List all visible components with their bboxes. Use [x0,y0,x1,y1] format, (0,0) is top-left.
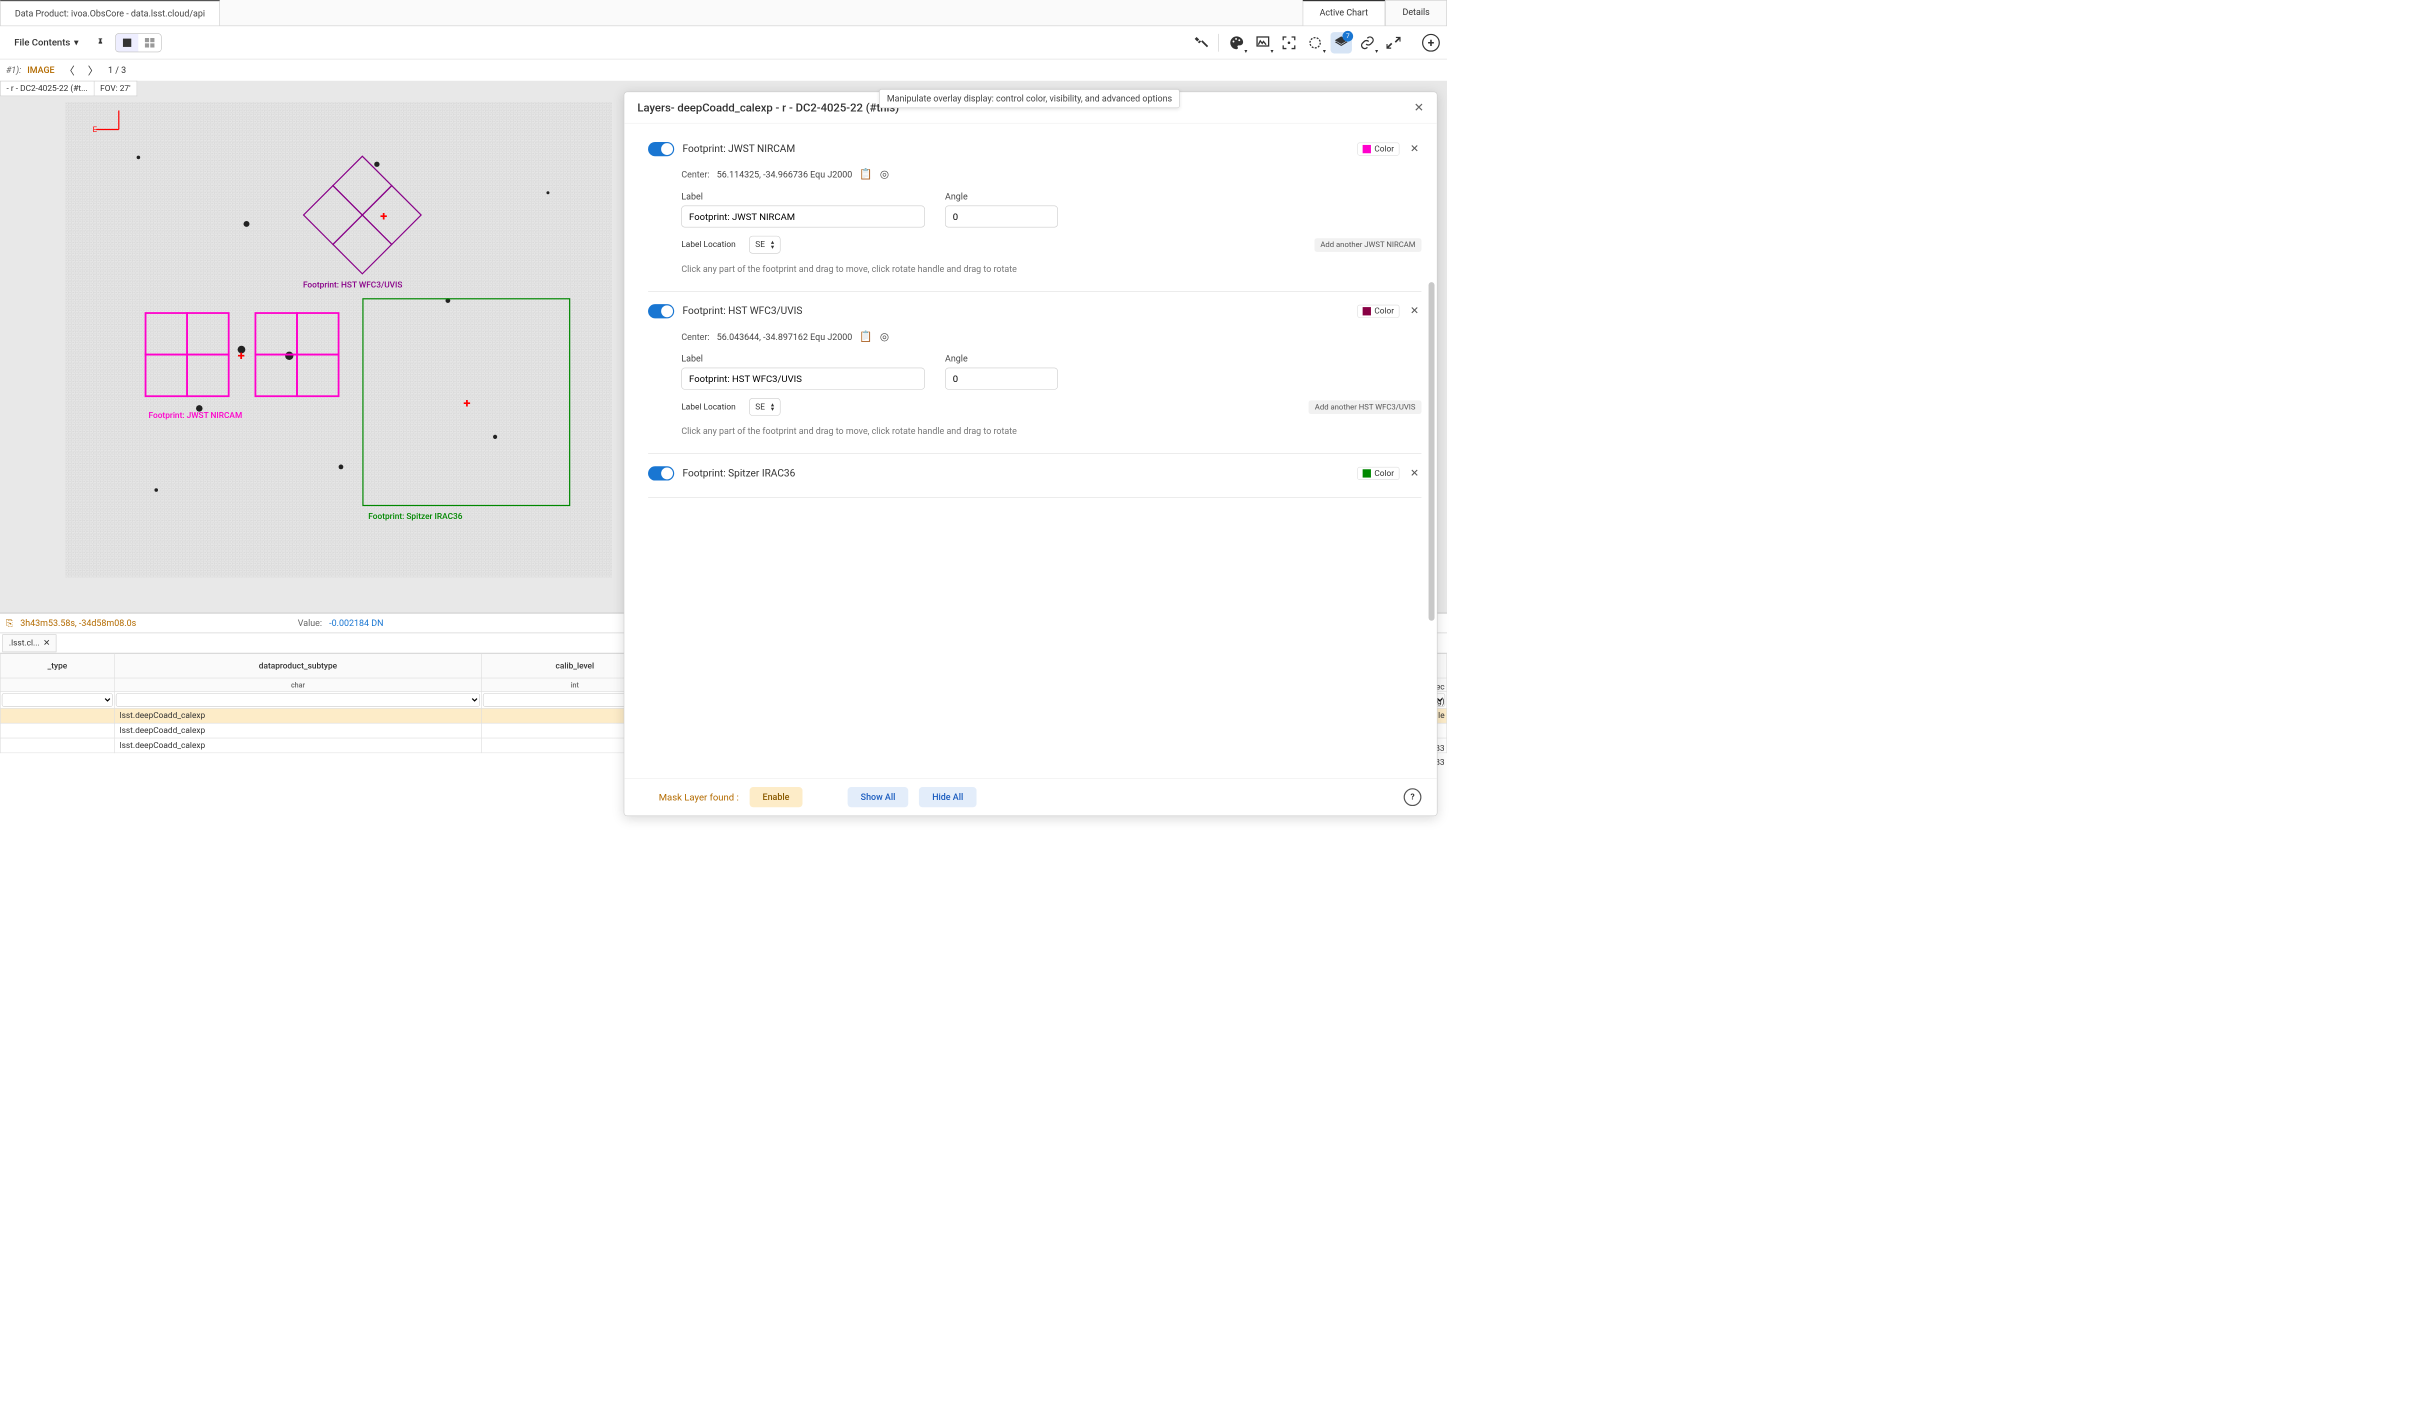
center-value: 56.043644, -34.897162 Equ J2000 [717,331,853,342]
label-field-label: Label [681,191,925,202]
spitzer-center-marker: + [463,396,470,411]
expand-icon[interactable] [1383,32,1404,53]
pixel-value: -0.002184 DN [329,618,383,629]
image-position: 1 / 3 [108,65,126,76]
footprint-label-input[interactable] [681,206,925,228]
column-filter[interactable] [116,693,480,707]
footprint-toggle[interactable] [648,304,674,318]
jwst-center-marker: + [238,349,245,364]
add-another-button[interactable]: Add another JWST NIRCAM [1314,238,1421,252]
column-type [0,678,114,692]
table-tab[interactable]: .lsst.cl... ✕ [2,634,56,652]
column-type: char [115,678,482,692]
lock-icon: ⎘ [6,618,13,629]
label-location-select[interactable]: SE ▴▾ [749,236,781,254]
footprint-hint: Click any part of the footprint and drag… [681,263,1109,275]
file-contents-dropdown[interactable]: File Contents ▾ [7,33,86,51]
spitzer-overlay-label: Footprint: Spitzer IRAC36 [368,512,462,522]
image-type-label: IMAGE [27,65,54,76]
hst-center-marker: + [380,209,387,224]
prev-image-button[interactable]: 〈 [60,61,78,79]
help-icon[interactable]: ? [1404,788,1422,806]
footprint-toggle[interactable] [648,466,674,480]
stepper-icon: ▴▾ [771,402,774,411]
file-contents-label: File Contents [14,37,70,48]
center-value: 56.114325, -34.966736 Equ J2000 [717,169,853,180]
layer-count-badge: 7 [1342,31,1353,42]
layers-panel-title: Layers- deepCoadd_calexp - r - DC2-4025-… [637,101,899,115]
remove-footprint-icon[interactable]: ✕ [1408,140,1422,157]
image-tab[interactable]: - r - DC2-4025-22 (#t... [0,81,94,96]
remove-footprint-icon[interactable]: ✕ [1408,465,1422,482]
center-label: Center: [681,169,709,180]
stretch-icon[interactable]: ▾ [1252,32,1273,53]
clipboard-icon[interactable]: 📋 [859,168,872,180]
close-panel-icon[interactable]: ✕ [1414,100,1424,114]
center-label: Center: [681,331,709,342]
layers-tooltip: Manipulate overlay display: control colo… [879,89,1180,108]
scrollbar-thumb[interactable] [1429,282,1435,621]
target-icon[interactable]: ◎ [880,330,889,342]
footprint-name: Footprint: Spitzer IRAC36 [683,467,796,479]
column-filter[interactable] [2,693,113,707]
footprint-name: Footprint: JWST NIRCAM [683,143,796,155]
hst-footprint[interactable] [273,126,451,304]
footprint-hint: Click any part of the footprint and drag… [681,425,1109,437]
compass-icon: E [89,106,137,142]
color-picker[interactable]: Color [1357,142,1399,155]
select-region-icon[interactable]: ▾ [1304,32,1325,53]
view-single-button[interactable] [116,34,139,52]
footprint-toggle[interactable] [648,142,674,156]
link-icon[interactable]: ▾ [1357,32,1378,53]
hst-overlay-label: Footprint: HST WFC3/UVIS [303,280,402,290]
clipboard-icon[interactable]: 📋 [859,330,872,342]
tools-icon[interactable] [1190,32,1211,53]
footprint-angle-input[interactable] [945,206,1058,228]
pointer-coords: 3h43m53.58s, -34d58m08.0s [20,618,136,629]
show-all-button[interactable]: Show All [848,787,909,807]
tab-details[interactable]: Details [1385,0,1447,26]
footprint-label-input[interactable] [681,368,925,390]
table-tab-label: .lsst.cl... [9,638,40,648]
chevron-down-icon: ▾ [74,37,79,48]
pixel-value-label: Value: [298,618,322,629]
label-field-label: Label [681,353,925,364]
image-nav-bar: #1): IMAGE 〈 〉 1 / 3 [0,59,1447,80]
hide-all-button[interactable]: Hide All [919,787,976,807]
footprint-angle-input[interactable] [945,368,1058,390]
add-chart-icon[interactable]: + [1422,34,1440,52]
color-picker[interactable]: Color [1357,467,1399,480]
add-another-button[interactable]: Add another HST WFC3/UVIS [1309,400,1422,414]
recenter-icon[interactable] [1278,32,1299,53]
color-picker[interactable]: Color [1357,304,1399,317]
pin-icon[interactable] [90,32,110,52]
footprint-name: Footprint: HST WFC3/UVIS [683,305,803,317]
stepper-icon: ▴▾ [771,240,774,249]
image-toolbar: File Contents ▾ ▾ ▾ ▾ 7 ▾ [0,26,1447,59]
image-index-prefix: #1): [6,65,21,76]
top-tab-bar: Data Product: ivoa.ObsCore - data.lsst.c… [0,0,1447,26]
close-icon[interactable]: ✕ [43,638,50,648]
column-header[interactable]: dataproduct_subtype [115,654,482,678]
tab-active-chart[interactable]: Active Chart [1302,0,1385,26]
remove-footprint-icon[interactable]: ✕ [1408,302,1422,319]
angle-field-label: Angle [945,191,1058,202]
layers-panel: Layers- deepCoadd_calexp - r - DC2-4025-… [624,91,1438,816]
enable-mask-button[interactable]: Enable [749,787,802,807]
view-grid-button[interactable] [139,34,162,52]
label-location-label: Label Location [681,240,735,250]
image-fov: FOV: 27' [94,81,137,96]
target-icon[interactable]: ◎ [880,168,889,180]
label-location-select[interactable]: SE ▴▾ [749,398,781,416]
data-product-tab[interactable]: Data Product: ivoa.ObsCore - data.lsst.c… [0,0,220,26]
label-location-label: Label Location [681,402,735,412]
column-header[interactable]: _type [0,654,114,678]
layers-icon[interactable]: 7 [1331,32,1352,53]
svg-text:E: E [93,125,98,134]
mask-layer-label: Mask Layer found : [659,792,739,803]
next-image-button[interactable]: 〉 [84,61,102,79]
color-palette-icon[interactable]: ▾ [1226,32,1247,53]
jwst-overlay-label: Footprint: JWST NIRCAM [149,411,243,421]
angle-field-label: Angle [945,353,1058,364]
